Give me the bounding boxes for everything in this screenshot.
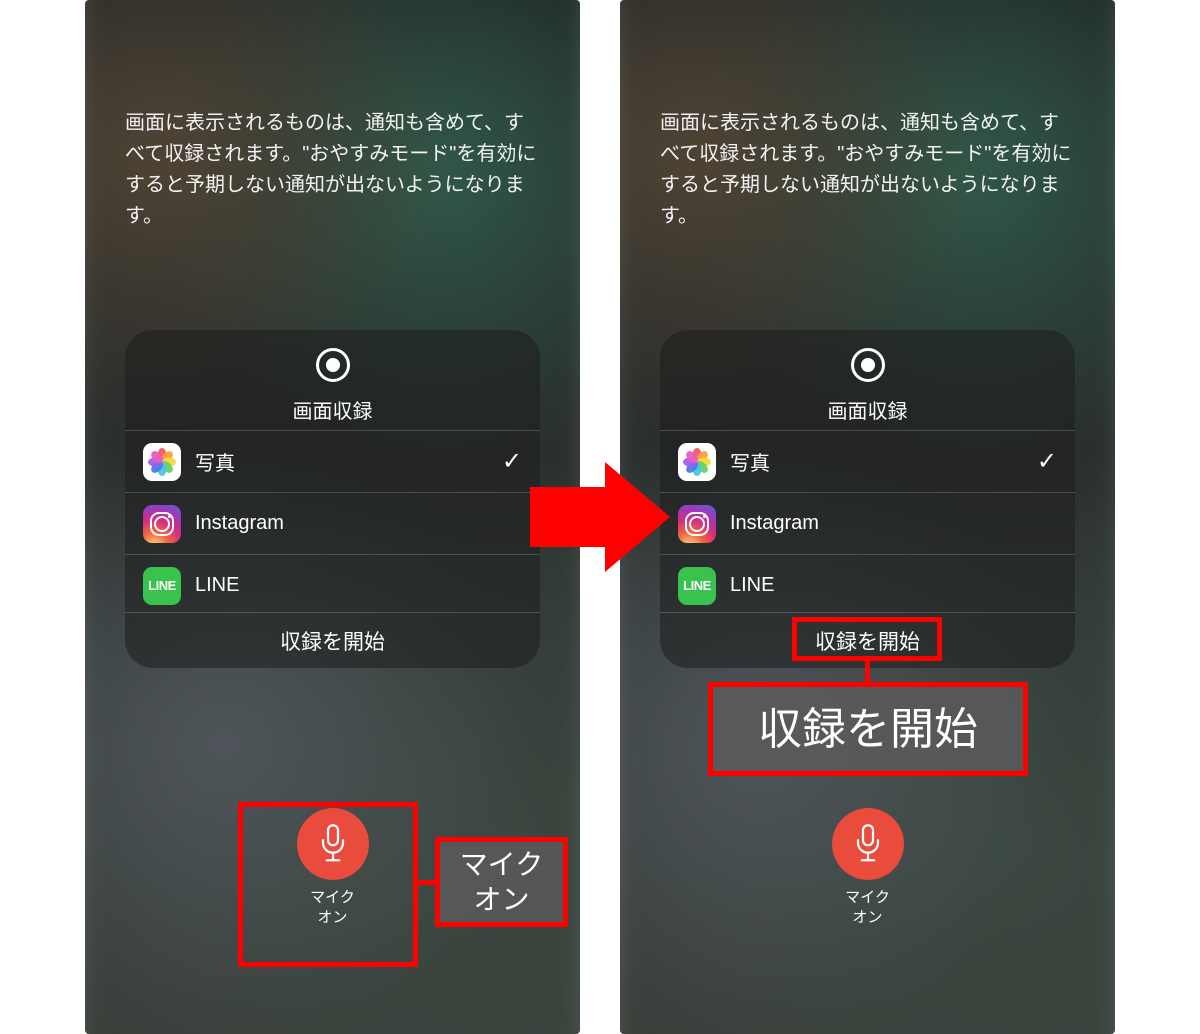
line-app-icon: LINE <box>143 567 181 605</box>
app-label: 写真 <box>195 447 488 476</box>
app-row-instagram[interactable]: Instagram <box>660 492 1075 554</box>
microphone-icon <box>853 824 883 864</box>
microphone-toggle-button[interactable] <box>297 808 369 880</box>
notice-text-left: 画面に表示されるものは、通知も含めて、すべて収録されます。"おやすみモード"を有… <box>125 108 540 232</box>
app-row-instagram[interactable]: Instagram <box>125 492 540 554</box>
screen-recording-panel-right: 画面収録 <box>660 330 1075 668</box>
photos-app-icon <box>143 443 181 481</box>
app-label: Instagram <box>195 512 522 535</box>
app-label: LINE <box>730 574 1057 597</box>
app-label: LINE <box>195 574 522 597</box>
screenshot-right: 画面に表示されるものは、通知も含めて、すべて収録されます。"おやすみモード"を有… <box>620 0 1115 1034</box>
line-app-icon: LINE <box>678 567 716 605</box>
callout-start-recording: 収録を開始 <box>708 682 1028 776</box>
notice-text-right: 画面に表示されるものは、通知も含めて、すべて収録されます。"おやすみモード"を有… <box>660 108 1075 232</box>
app-label: Instagram <box>730 512 1057 535</box>
photos-app-icon <box>678 443 716 481</box>
highlight-connector <box>418 880 435 885</box>
record-icon <box>851 348 885 382</box>
checkmark-icon: ✓ <box>1037 447 1057 476</box>
microphone-icon <box>318 824 348 864</box>
app-row-photos[interactable]: 写真 ✓ <box>660 430 1075 492</box>
panel-title: 画面収録 <box>660 395 1075 424</box>
microphone-toggle-button[interactable] <box>832 808 904 880</box>
app-row-line[interactable]: LINE LINE <box>125 554 540 612</box>
app-label: 写真 <box>730 447 1023 476</box>
mic-status-label: マイクオン <box>310 888 355 929</box>
start-recording-button[interactable]: 収録を開始 <box>125 612 540 668</box>
callout-mic-on: マイク オン <box>435 837 568 927</box>
app-row-photos[interactable]: 写真 ✓ <box>125 430 540 492</box>
instagram-app-icon <box>143 505 181 543</box>
app-row-line[interactable]: LINE LINE <box>660 554 1075 612</box>
instagram-app-icon <box>678 505 716 543</box>
mic-status-label: マイクオン <box>845 888 890 929</box>
app-list: 写真 ✓ Instagram LINE LINE <box>125 430 540 612</box>
app-list: 写真 ✓ Instagram LINE LINE <box>660 430 1075 612</box>
screen-recording-panel-left: 画面収録 <box>125 330 540 668</box>
panel-title: 画面収録 <box>125 395 540 424</box>
arrow-icon <box>530 457 670 577</box>
checkmark-icon: ✓ <box>502 447 522 476</box>
record-icon <box>316 348 350 382</box>
highlight-connector <box>865 661 870 682</box>
start-recording-button[interactable]: 収録を開始 <box>660 612 1075 668</box>
screenshot-left: 画面に表示されるものは、通知も含めて、すべて収録されます。"おやすみモード"を有… <box>85 0 580 1034</box>
